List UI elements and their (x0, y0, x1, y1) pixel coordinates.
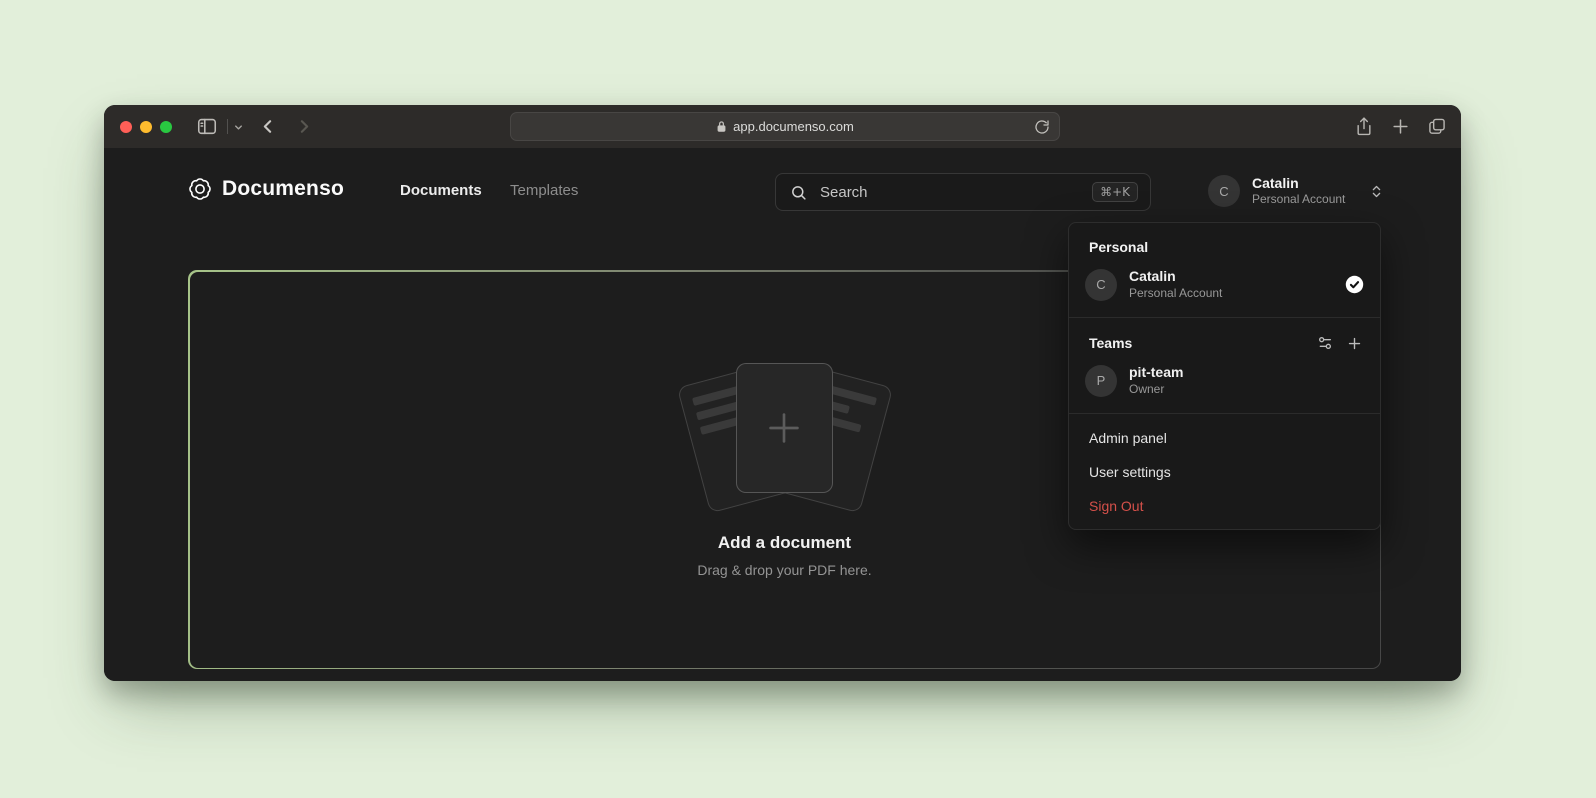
search-shortcut-badge: ⌘+K (1092, 182, 1138, 202)
lock-icon (716, 120, 727, 133)
menu-item-user-settings[interactable]: User settings (1069, 455, 1380, 489)
back-icon (257, 116, 278, 137)
account-menu: Personal C Catalin Personal Account Team… (1068, 222, 1381, 530)
sidebar-toggle-button[interactable] (196, 115, 218, 137)
browser-window: app.documenso.com (104, 105, 1461, 681)
team-role: Owner (1129, 382, 1183, 398)
dropzone-title: Add a document (718, 533, 851, 553)
team-settings-icon (1317, 335, 1333, 351)
add-team-button[interactable] (1347, 336, 1362, 351)
check-circle-icon (1345, 275, 1364, 294)
teams-header: Teams (1069, 325, 1380, 355)
forward-button[interactable] (294, 116, 315, 137)
brand-name: Documenso (222, 177, 344, 201)
toolbar-divider (227, 119, 228, 134)
dropzone-subtitle: Drag & drop your PDF here. (697, 562, 871, 578)
reload-button[interactable] (1034, 119, 1050, 135)
zoom-button[interactable] (160, 121, 172, 133)
add-team-icon (1347, 336, 1362, 351)
share-button[interactable] (1354, 116, 1374, 137)
menu-item-personal-account[interactable]: C Catalin Personal Account (1069, 259, 1380, 310)
app-content: Documenso Documents Templates ⌘+K C Cata… (104, 148, 1461, 681)
account-menu-trigger[interactable]: C Catalin Personal Account (1208, 175, 1384, 207)
browser-toolbar: app.documenso.com (104, 105, 1461, 148)
sidebar-menu-button[interactable] (233, 122, 244, 133)
minimize-button[interactable] (140, 121, 152, 133)
nav-templates[interactable]: Templates (510, 182, 578, 199)
tab-overview-button[interactable] (1427, 116, 1447, 137)
avatar: P (1085, 365, 1117, 397)
menu-heading-teams: Teams (1089, 335, 1317, 351)
new-tab-button[interactable] (1391, 116, 1410, 137)
tab-overview-icon (1427, 116, 1447, 137)
menu-item-admin-panel[interactable]: Admin panel (1069, 421, 1380, 455)
avatar: C (1085, 269, 1117, 301)
reload-icon (1034, 119, 1050, 135)
plus-icon (761, 405, 807, 451)
search-input[interactable] (818, 183, 1081, 202)
avatar: C (1208, 175, 1240, 207)
menu-separator (1069, 413, 1380, 414)
close-button[interactable] (120, 121, 132, 133)
back-button[interactable] (257, 116, 278, 137)
account-subtitle: Personal Account (1129, 286, 1222, 302)
sidebar-toggle-icon (196, 115, 218, 137)
document-cards-illustration (678, 361, 892, 509)
address-bar[interactable]: app.documenso.com (510, 112, 1060, 141)
account-name: Catalin (1252, 175, 1345, 192)
menu-item-team[interactable]: P pit-team Owner (1069, 355, 1380, 406)
new-tab-icon (1391, 116, 1410, 137)
search-bar: ⌘+K (775, 173, 1151, 211)
account-name: Catalin (1129, 268, 1222, 286)
share-icon (1354, 116, 1374, 137)
toolbar-right-actions (1354, 116, 1447, 137)
document-card-center (736, 363, 833, 493)
chevron-down-icon (233, 122, 244, 133)
team-name: pit-team (1129, 364, 1183, 382)
brand-link[interactable]: Documenso (188, 177, 344, 201)
manage-teams-button[interactable] (1317, 335, 1333, 351)
account-subtitle: Personal Account (1252, 192, 1345, 208)
menu-item-sign-out[interactable]: Sign Out (1069, 489, 1380, 523)
address-text: app.documenso.com (733, 119, 854, 134)
forward-icon (294, 116, 315, 137)
chevrons-up-down-icon (1369, 184, 1384, 199)
search-icon (790, 184, 807, 201)
window-controls (120, 121, 172, 133)
menu-separator (1069, 317, 1380, 318)
nav-documents[interactable]: Documents (400, 182, 482, 199)
menu-heading-personal: Personal (1069, 229, 1380, 259)
documenso-logo-icon (188, 177, 212, 201)
